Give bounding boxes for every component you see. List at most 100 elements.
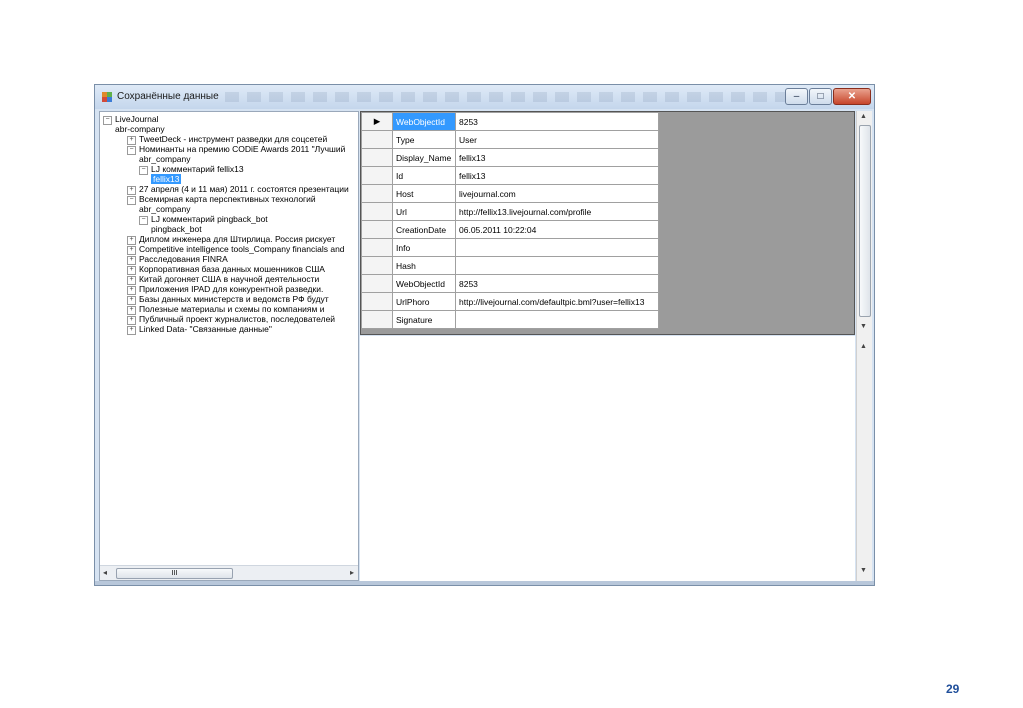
maximize-button[interactable]: □ <box>809 88 832 105</box>
tree-node-label: abr_company <box>139 154 191 164</box>
tree-node[interactable]: abr_company <box>139 204 191 214</box>
minimize-icon: – <box>793 91 800 102</box>
grid-value-cell[interactable]: http://livejournal.com/defaultpic.bml?us… <box>455 292 659 311</box>
grid-key-cell[interactable]: WebObjectId <box>392 274 456 293</box>
scroll-down-icon[interactable]: ▼ <box>860 323 867 330</box>
tree-node[interactable]: + Базы данных министерств и ведомств РФ б… <box>127 294 329 305</box>
grid-key-cell[interactable]: Hash <box>392 256 456 275</box>
horizontal-scrollbar[interactable]: ◂ III ▸ <box>100 565 358 580</box>
grid-row[interactable]: Host livejournal.com <box>361 184 659 203</box>
row-header[interactable] <box>361 184 393 203</box>
tree-node[interactable]: + TweetDeck - инструмент разведки для соц… <box>127 134 327 145</box>
tree-node[interactable]: + Расследования FINRA <box>127 254 228 265</box>
grid-key-cell[interactable]: CreationDate <box>392 220 456 239</box>
grid-row[interactable]: CreationDate 06.05.2011 10:22:04 <box>361 220 659 239</box>
grid-value-cell[interactable]: 06.05.2011 10:22:04 <box>455 220 659 239</box>
tree-view[interactable]: − LiveJournal abr-company + TweetDeck - инст… <box>99 111 359 581</box>
collapse-icon[interactable]: − <box>127 196 136 205</box>
grid-key-cell[interactable]: Url <box>392 202 456 221</box>
scroll-thumb[interactable]: III <box>116 568 233 579</box>
collapse-icon[interactable]: − <box>139 216 148 225</box>
tree-node[interactable]: − LJ комментарий pingback_bot <box>139 214 268 225</box>
grid-key-cell[interactable]: Signature <box>392 310 456 329</box>
grid-row[interactable]: WebObjectId 8253 <box>361 274 659 293</box>
tree-node[interactable]: + Linked Data- "Связанные данные" <box>127 324 272 335</box>
collapse-icon[interactable]: − <box>103 116 112 125</box>
grid-row[interactable]: Info <box>361 238 659 257</box>
grid-value-cell[interactable]: 8253 <box>455 274 659 293</box>
collapse-icon[interactable]: − <box>139 166 148 175</box>
grid-value-cell[interactable]: fellix13 <box>455 148 659 167</box>
row-header[interactable] <box>361 130 393 149</box>
row-header[interactable] <box>361 310 393 329</box>
grid-value-cell[interactable] <box>455 238 659 257</box>
minimize-button[interactable]: – <box>785 88 808 105</box>
scroll-left-icon[interactable]: ◂ <box>103 568 107 577</box>
grid-row[interactable]: Hash <box>361 256 659 275</box>
vertical-scrollbar[interactable]: ▲ ▼ ▲ ▼ <box>856 111 872 581</box>
app-icon <box>102 92 112 102</box>
tree-node-label: Всемирная карта перспективных технологий <box>139 194 316 204</box>
grid-value-cell[interactable]: 8253 <box>455 112 659 131</box>
grid-key-cell[interactable]: Type <box>392 130 456 149</box>
tree-node[interactable]: abr-company <box>115 124 165 134</box>
tree-node[interactable]: + Приложения IPAD для конкурентной развед… <box>127 284 323 295</box>
page-number: 29 <box>946 682 960 696</box>
close-button[interactable]: ✕ <box>833 88 871 105</box>
grid-key-cell[interactable]: Display_Name <box>392 148 456 167</box>
grid-row[interactable]: UrlPhoro http://livejournal.com/defaultpi… <box>361 292 659 311</box>
tree-node[interactable]: + Полезные материалы и схемы по компаниям… <box>127 304 324 315</box>
grid-value-cell[interactable]: User <box>455 130 659 149</box>
grid-row[interactable]: Signature <box>361 310 659 329</box>
grid-row[interactable]: Url http://fellix13.livejournal.com/profi… <box>361 202 659 221</box>
grid-row[interactable]: Id fellix13 <box>361 166 659 185</box>
tree-node-label: abr-company <box>115 124 165 134</box>
grid-value-cell[interactable]: http://fellix13.livejournal.com/profile <box>455 202 659 221</box>
title-bar[interactable]: Сохранённые данные – □ ✕ <box>95 85 874 109</box>
row-header[interactable] <box>361 220 393 239</box>
scroll-up-icon[interactable]: ▲ <box>860 113 867 120</box>
row-header[interactable] <box>361 148 393 167</box>
row-header[interactable] <box>361 292 393 311</box>
tree-node[interactable]: + Корпоративная база данных мошенников СШ… <box>127 264 325 275</box>
grid-row[interactable]: ▶ WebObjectId 8253 <box>361 112 659 131</box>
lower-scroll-up-icon[interactable]: ▲ <box>860 343 867 350</box>
grid-key-cell[interactable]: UrlPhoro <box>392 292 456 311</box>
grid-value-cell[interactable] <box>455 256 659 275</box>
collapse-icon[interactable]: − <box>127 146 136 155</box>
row-header[interactable] <box>361 238 393 257</box>
tree-node[interactable]: +27 апреля (4 и 11 мая) 2011 г. состоятс… <box>127 184 349 195</box>
row-header[interactable] <box>361 274 393 293</box>
properties-grid[interactable]: ▶ WebObjectId 8253 Type User Display_Name fell… <box>360 111 855 335</box>
grid-key-cell[interactable]: Host <box>392 184 456 203</box>
grid-key-cell[interactable]: Info <box>392 238 456 257</box>
scroll-right-icon[interactable]: ▸ <box>350 568 354 577</box>
tree-node[interactable]: + Competitive intelligence tools_Company … <box>127 244 345 255</box>
tree-node[interactable]: abr_company <box>139 154 191 164</box>
row-header[interactable] <box>361 166 393 185</box>
tree-node[interactable]: − LiveJournal <box>103 114 158 125</box>
tree-node[interactable]: − LJ комментарий fellix13 <box>139 164 244 175</box>
grid-row[interactable]: Type User <box>361 130 659 149</box>
grid-key-cell[interactable]: WebObjectId <box>392 112 456 131</box>
grid-value-cell[interactable]: fellix13 <box>455 166 659 185</box>
row-header[interactable] <box>361 202 393 221</box>
grid-row[interactable]: Display_Name fellix13 <box>361 148 659 167</box>
row-header[interactable] <box>361 256 393 275</box>
vertical-scroll-thumb[interactable] <box>859 125 871 317</box>
tree-node[interactable]: + Диплом инженера для Штирлица. Россия ри… <box>127 234 335 245</box>
current-row-icon[interactable]: ▶ <box>361 112 393 131</box>
tree-node[interactable]: − Номинанты на премию CODiE Awards 2011 "… <box>127 144 345 155</box>
lower-scroll-down-icon[interactable]: ▼ <box>860 567 867 574</box>
grid-value-cell[interactable]: livejournal.com <box>455 184 659 203</box>
tree-node[interactable]: − Всемирная карта перспективных технологи… <box>127 194 316 205</box>
grid-value-cell[interactable] <box>455 310 659 329</box>
tree-node-label: Linked Data- "Связанные данные" <box>139 324 272 334</box>
tree-node[interactable]: fellix13 <box>151 174 182 184</box>
tree-node-label: Китай догоняет США в научной деятельност… <box>139 274 320 284</box>
tree-node[interactable]: pingback_bot <box>151 224 202 234</box>
tree-node[interactable]: + Публичный проект журналистов, последова… <box>127 314 335 325</box>
grid-key-cell[interactable]: Id <box>392 166 456 185</box>
tree-node[interactable]: + Китай догоняет США в научной деятельнос… <box>127 274 320 285</box>
expand-icon[interactable]: + <box>127 326 136 335</box>
